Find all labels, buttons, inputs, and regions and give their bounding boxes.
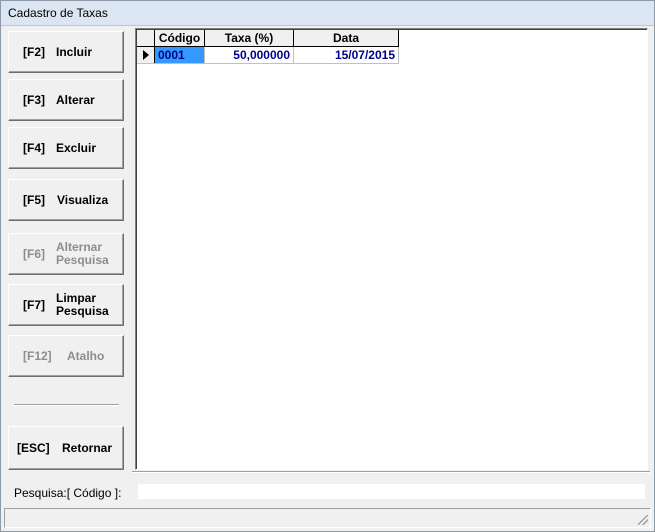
shortcut-key: [F3] [23, 93, 45, 107]
current-row-indicator [137, 46, 155, 64]
taxas-table: Código Taxa (%) Data 0001 50,000000 15/0… [137, 30, 399, 64]
status-bar [4, 508, 651, 528]
shortcut-key: [F2] [23, 45, 45, 59]
column-header-taxa[interactable]: Taxa (%) [204, 30, 294, 47]
column-header-codigo[interactable]: Código [154, 30, 205, 47]
table-row[interactable]: 0001 50,000000 15/07/2015 [137, 46, 399, 64]
atalho-button[interactable]: [F12] Atalho [8, 335, 124, 377]
retornar-button[interactable]: [ESC] Retornar [8, 426, 124, 470]
action-panel: [F2] Incluir [F3] Alterar [F4] Excluir [… [1, 26, 132, 473]
shortcut-key: [F5] [23, 193, 45, 207]
cell-taxa[interactable]: 50,000000 [204, 46, 294, 64]
panel-divider [14, 404, 119, 406]
data-grid[interactable]: Código Taxa (%) Data 0001 50,000000 15/0… [135, 28, 648, 470]
row-pointer-icon [143, 50, 149, 60]
shortcut-key: [F6] [23, 247, 45, 261]
button-label: Alterar [56, 93, 95, 107]
search-divider [132, 471, 650, 473]
window-title: Cadastro de Taxas [8, 6, 108, 20]
shortcut-key: [F12] [23, 349, 52, 363]
button-label: Limpar Pesquisa [56, 291, 109, 318]
limpar-pesquisa-button[interactable]: [F7] Limpar Pesquisa [8, 284, 124, 326]
visualiza-button[interactable]: [F5] Visualiza [8, 179, 124, 221]
title-bar: Cadastro de Taxas [1, 1, 654, 26]
button-label: Alternar Pesquisa [56, 240, 109, 267]
excluir-button[interactable]: [F4] Excluir [8, 127, 124, 169]
button-label: Retornar [62, 441, 113, 455]
button-label: Incluir [56, 45, 93, 59]
resize-grip-icon[interactable] [638, 515, 648, 525]
shortcut-key: [ESC] [17, 441, 50, 455]
cell-data[interactable]: 15/07/2015 [293, 46, 399, 64]
incluir-button[interactable]: [F2] Incluir [8, 31, 124, 73]
search-label: Pesquisa:[ Código ]: [14, 486, 122, 500]
table-header-row: Código Taxa (%) Data [137, 30, 399, 47]
search-input[interactable] [137, 483, 646, 500]
cell-codigo[interactable]: 0001 [154, 46, 205, 64]
alternar-pesquisa-button[interactable]: [F6] Alternar Pesquisa [8, 233, 124, 275]
shortcut-key: [F4] [23, 141, 45, 155]
alterar-button[interactable]: [F3] Alterar [8, 79, 124, 121]
shortcut-key: [F7] [23, 298, 45, 312]
column-header-data[interactable]: Data [293, 30, 399, 47]
button-label: Excluir [56, 141, 97, 155]
app-window: Cadastro de Taxas [F2] Incluir [F3] Alte… [0, 0, 655, 532]
row-indicator-header [137, 30, 155, 47]
button-label: Visualiza [57, 193, 109, 207]
button-label: Atalho [67, 349, 105, 363]
